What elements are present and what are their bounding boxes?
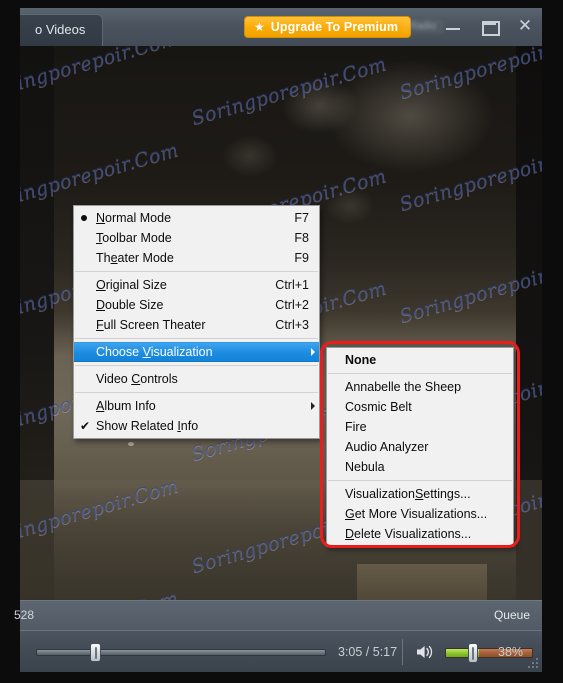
menu-item-video-controls[interactable]: Video Controls [74,369,319,389]
seek-slider-thumb[interactable] [90,643,101,662]
menu-item-album-info[interactable]: Album Info [74,396,319,416]
window-controls: ✕ [442,16,536,36]
time-display: 3:05 / 5:17 [338,645,398,659]
submenu-item-annabelle-the-sheep[interactable]: Annabelle the Sheep [327,377,513,397]
menu-item-label: Choose Visualization [96,345,213,359]
menu-item-show-related-info[interactable]: ✔ Show Related Info [74,416,319,436]
menu-item-shortcut: Ctrl+3 [275,318,309,332]
menu-item-label: Original Size [96,278,167,292]
volume-slider-thumb[interactable] [468,643,478,663]
menu-item-shortcut: F7 [294,211,309,225]
minimize-icon[interactable] [442,16,464,36]
status-bar: 528 Queue [14,600,542,630]
menu-item-shortcut: Ctrl+1 [275,278,309,292]
speaker-icon[interactable] [416,644,434,660]
menu-item-theater-mode[interactable]: Theater Mode F9 [74,248,319,268]
menu-item-label: Double Size [96,298,164,312]
menu-separator [75,271,318,272]
menu-item-choose-visualization[interactable]: Choose Visualization [74,342,319,362]
menu-separator [75,338,318,339]
menu-item-double-size[interactable]: Double Size Ctrl+2 [74,295,319,315]
upgrade-to-premium-label: Upgrade To Premium [270,20,399,34]
maximize-icon[interactable] [478,16,500,36]
submenu-arrow-icon [311,402,315,410]
volume-percent-label: 38% [498,645,524,659]
menu-separator [75,365,318,366]
menu-separator [75,392,318,393]
menu-item-normal-mode[interactable]: Normal Mode F7 [74,208,319,228]
visualization-submenu: None Annabelle the Sheep Cosmic Belt Fire Au… [326,347,514,547]
submenu-item-none[interactable]: None [327,350,513,370]
submenu-item-visualization-settings[interactable]: Visualization Settings... [327,484,513,504]
menu-item-full-screen-theater[interactable]: Full Screen Theater Ctrl+3 [74,315,319,335]
star-icon: ★ [254,20,265,34]
video-object [357,564,487,600]
status-left-text: 528 [14,608,35,622]
menu-item-shortcut: Ctrl+2 [275,298,309,312]
menu-item-label: Album Info [96,399,156,413]
submenu-item-nebula[interactable]: Nebula [327,457,513,477]
transport-divider [402,639,403,665]
upgrade-to-premium-button[interactable]: ★ Upgrade To Premium [244,16,412,38]
seek-slider[interactable] [36,649,326,656]
resize-grip[interactable] [527,657,539,669]
video-highlight-b [128,442,134,446]
tab-videos[interactable]: o Videos [20,14,103,46]
queue-button[interactable]: Queue [494,608,530,622]
watermark-text: Soringporepoir.Com [188,52,389,130]
context-menu: Normal Mode F7 Toolbar Mode F8 Theater Mode F… [73,205,320,439]
tab-videos-label: o Videos [35,22,86,37]
transport-bar: 3:05 / 5:17 38% [20,630,542,672]
menu-item-shortcut: F8 [294,231,309,245]
check-icon: ✔ [80,419,91,433]
submenu-item-fire[interactable]: Fire [327,417,513,437]
blurred-radio-label[interactable]: Radio [402,20,444,34]
menu-item-label: Video Controls [96,372,178,386]
menu-item-label: Toolbar Mode [96,231,172,245]
menu-item-label: Full Screen Theater [96,318,206,332]
menu-item-shortcut: F9 [294,251,309,265]
close-icon[interactable]: ✕ [514,16,536,36]
menu-item-original-size[interactable]: Original Size Ctrl+1 [74,275,319,295]
submenu-item-get-more-visualizations[interactable]: Get More Visualizations... [327,504,513,524]
submenu-item-cosmic-belt[interactable]: Cosmic Belt [327,397,513,417]
menu-item-label: Theater Mode [96,251,174,265]
menu-item-label: Normal Mode [96,211,172,225]
app-root: o Videos ★ Upgrade To Premium Radio ✕ So… [0,0,563,683]
player-window: o Videos ★ Upgrade To Premium Radio ✕ So… [14,8,542,672]
menu-item-label: Show Related Info [96,419,199,433]
menu-item-toolbar-mode[interactable]: Toolbar Mode F8 [74,228,319,248]
submenu-separator [328,480,512,481]
submenu-item-audio-analyzer[interactable]: Audio Analyzer [327,437,513,457]
submenu-item-delete-visualizations[interactable]: Delete Visualizations... [327,524,513,544]
submenu-arrow-icon [311,348,315,356]
title-bar: o Videos ★ Upgrade To Premium Radio ✕ [20,8,542,46]
submenu-separator [328,373,512,374]
radio-bullet-icon [81,215,87,221]
